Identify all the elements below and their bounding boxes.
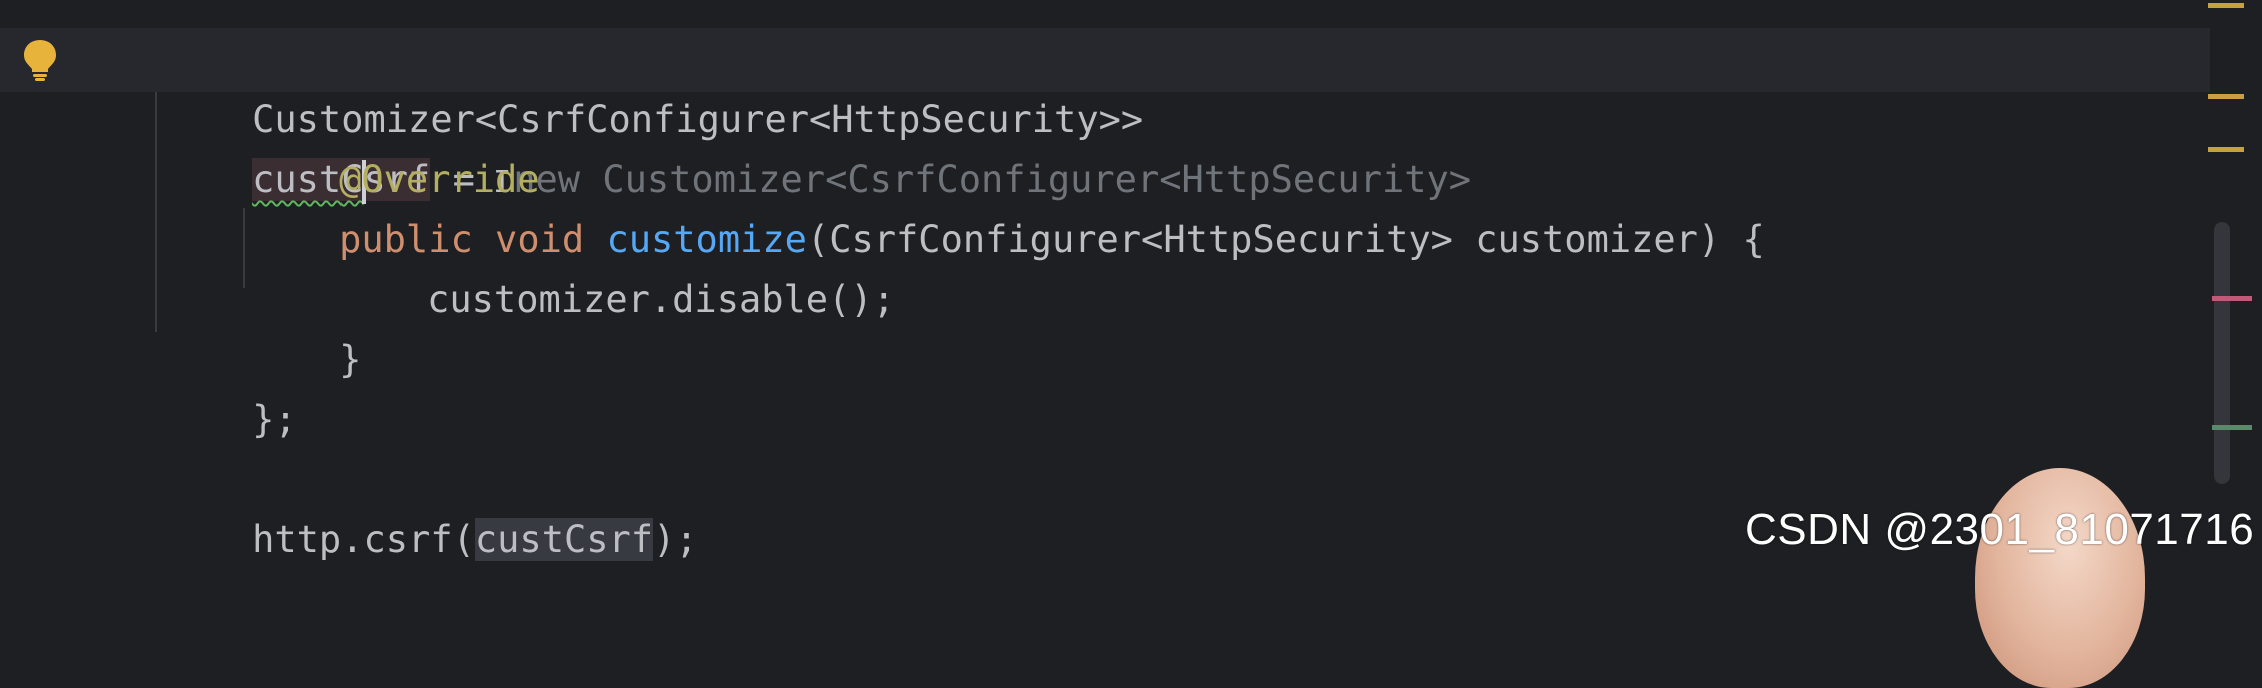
closing-brace: }	[339, 338, 362, 381]
code-line-7[interactable]: http.csrf(custCsrf);	[163, 450, 698, 561]
code-line-2[interactable]: @Override	[250, 90, 539, 201]
indent-guide	[243, 208, 245, 288]
call-prefix: http.csrf(	[252, 518, 475, 561]
warning-marker[interactable]	[2208, 3, 2244, 8]
warning-marker[interactable]	[2208, 147, 2244, 152]
variable-reference[interactable]: custCsrf	[474, 518, 654, 561]
indent-guide	[155, 92, 157, 332]
warning-marker[interactable]	[2208, 94, 2244, 99]
closing-brace-semicolon: };	[252, 398, 297, 441]
lightbulb-icon[interactable]	[22, 38, 58, 82]
call-suffix: );	[653, 518, 698, 561]
code-line-1[interactable]: Customizer<CsrfConfigurer<HttpSecurity>>…	[163, 30, 1471, 204]
code-line-6[interactable]: };	[163, 330, 297, 441]
statement: customizer.disable();	[427, 278, 895, 321]
code-line-3[interactable]: public void customize(CsrfConfigurer<Htt…	[250, 150, 1765, 261]
code-editor[interactable]: Customizer<CsrfConfigurer<HttpSecurity>>…	[0, 0, 2262, 688]
info-marker[interactable]	[2212, 425, 2252, 430]
code-line-4[interactable]: customizer.disable();	[338, 210, 895, 321]
code-line-5[interactable]: }	[250, 270, 361, 381]
presenter-webcam-overlay	[1975, 468, 2145, 688]
error-marker[interactable]	[2212, 296, 2252, 301]
watermark: CSDN @2301_81071716	[1745, 505, 2255, 554]
editor-scroll-thumb[interactable]	[2214, 222, 2230, 484]
method-params: (CsrfConfigurer<HttpSecurity> customizer…	[806, 218, 1765, 261]
